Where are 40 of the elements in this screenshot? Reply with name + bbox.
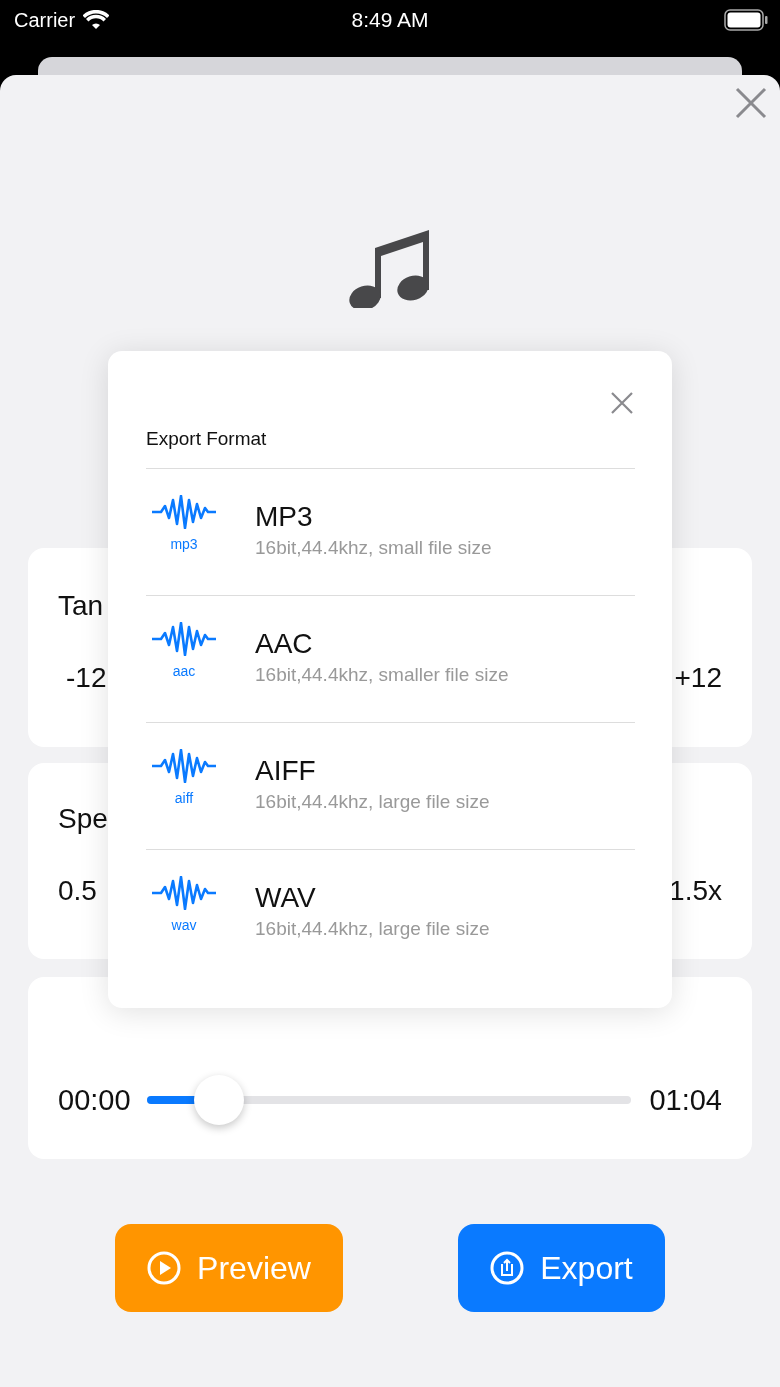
- export-button[interactable]: Export: [458, 1224, 665, 1312]
- card-title: Tan: [58, 590, 104, 622]
- card-title: Spe: [58, 803, 108, 835]
- format-name: AAC: [255, 628, 314, 660]
- slider-track[interactable]: [146, 1096, 632, 1104]
- waveform-icon: [151, 749, 217, 783]
- format-tag: mp3: [170, 536, 198, 552]
- format-option[interactable]: aac AAC 16bit,44.4khz, smaller file size: [146, 596, 635, 723]
- format-detail: 16bit,44.4khz, small file size: [255, 537, 492, 559]
- format-option[interactable]: wav WAV 16bit,44.4khz, large file size: [146, 850, 635, 977]
- format-name: WAV: [255, 882, 317, 914]
- clock-time: 8:49 AM: [351, 8, 429, 32]
- format-name: MP3: [255, 501, 314, 533]
- max-value: 1.5x: [669, 875, 722, 907]
- format-detail: 16bit,44.4khz, smaller file size: [255, 664, 509, 686]
- format-name: AIFF: [255, 755, 317, 787]
- min-value: -12: [66, 662, 107, 694]
- battery-icon: [724, 9, 768, 31]
- format-tag: aac: [172, 663, 196, 679]
- format-detail: 16bit,44.4khz, large file size: [255, 918, 490, 940]
- min-value: 0.5: [58, 875, 97, 907]
- dialog-title: Export Format: [146, 428, 635, 469]
- format-detail: 16bit,44.4khz, large file size: [255, 791, 490, 813]
- waveform-icon: [151, 876, 217, 910]
- close-icon[interactable]: [735, 87, 767, 119]
- wifi-icon: [83, 10, 110, 30]
- close-icon[interactable]: [610, 391, 634, 415]
- slider-thumb[interactable]: [194, 1075, 245, 1125]
- share-icon: [490, 1251, 525, 1285]
- waveform-icon: [151, 495, 217, 529]
- waveform-icon: [151, 622, 217, 656]
- format-tag: wav: [171, 917, 197, 933]
- start-time: 00:00: [58, 1083, 131, 1117]
- format-option[interactable]: aiff AIFF 16bit,44.4khz, large file size: [146, 723, 635, 850]
- format-option[interactable]: mp3 MP3 16bit,44.4khz, small file size: [146, 469, 635, 596]
- max-value: +12: [674, 662, 722, 694]
- play-icon: [147, 1251, 182, 1285]
- carrier-name: Carrier: [14, 8, 76, 32]
- end-time: 01:04: [649, 1083, 722, 1117]
- format-tag: aiff: [174, 790, 194, 806]
